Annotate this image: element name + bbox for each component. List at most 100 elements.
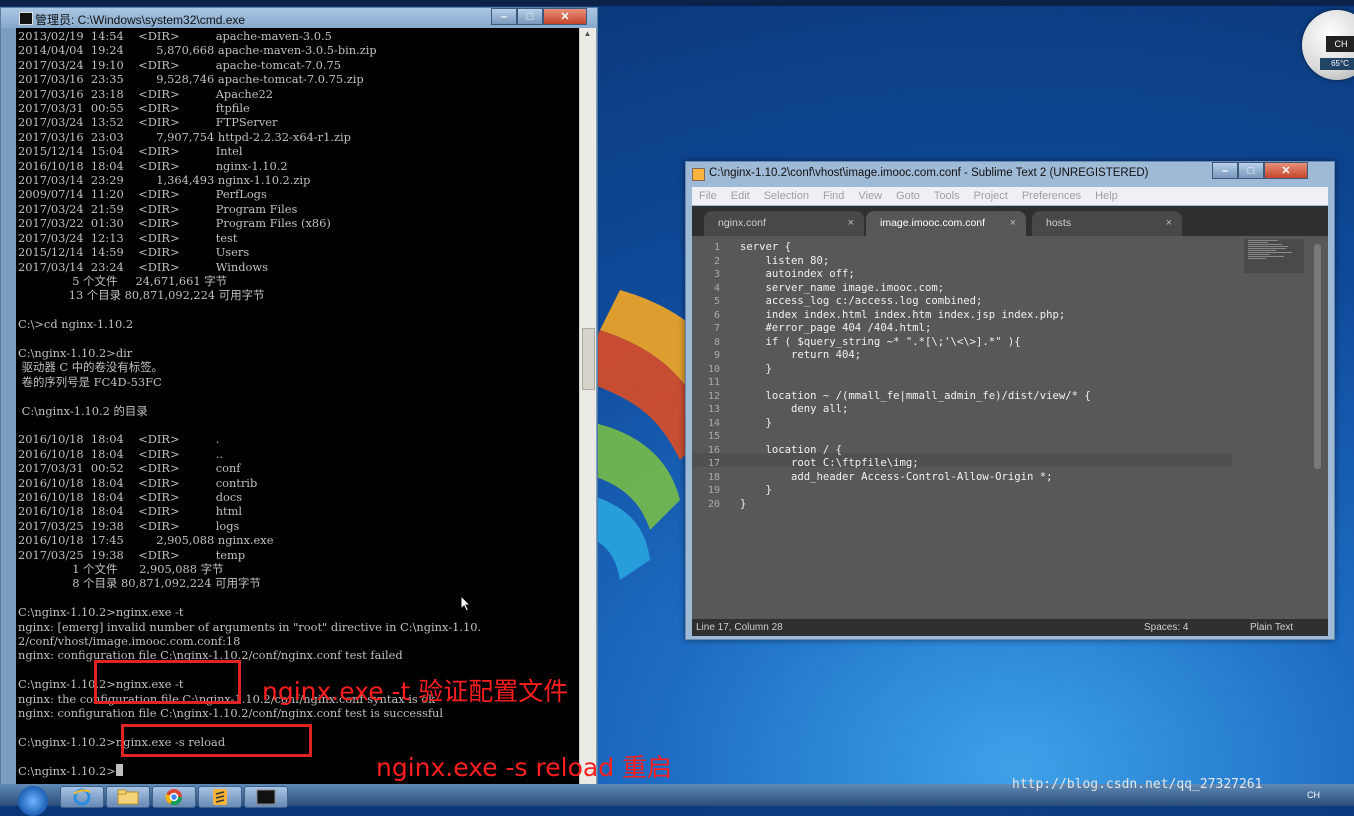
cpu-meter-gadget[interactable]: CH 65°C	[1302, 10, 1354, 80]
code-line: root C:\ftpfile\img;	[740, 457, 919, 469]
gadget-temperature: 65°C	[1320, 58, 1354, 70]
explorer-taskbar-icon[interactable]	[106, 786, 150, 808]
sublime-window[interactable]: C:\nginx-1.10.2\conf\vhost\image.imooc.c…	[685, 161, 1335, 640]
code-line: location ~ /(mmall_fe|mmall_admin_fe)/di…	[740, 389, 1091, 402]
line-number: 3	[713, 269, 720, 280]
cmd-line: C:\>cd nginx-1.10.2	[18, 317, 134, 332]
status-indentation[interactable]: Spaces: 4	[1144, 619, 1188, 636]
cmd-line	[18, 591, 481, 605]
cmd-line: 驱动器 C 中的卷没有标签。	[18, 360, 163, 375]
line-number-gutter: 1 2 3 4 5 6 7 8 9 10 11 12 13 14 15 16 17 18 19 20	[692, 241, 720, 511]
line-number: 8	[713, 336, 720, 348]
code-line: add_header Access-Control-Allow-Origin *…	[740, 470, 1053, 483]
taskbar-language[interactable]: CH	[1307, 790, 1320, 800]
line-number: 12	[707, 390, 720, 402]
cmd-line: 2017/03/22 01:30 <DIR> Program Files (x8…	[18, 216, 331, 231]
menu-tools[interactable]: Tools	[927, 190, 967, 202]
sublime-maximize-button[interactable]: □	[1238, 162, 1264, 179]
menu-selection[interactable]: Selection	[757, 190, 816, 202]
minimap[interactable]	[1244, 239, 1304, 273]
tab-close-icon[interactable]: ×	[1166, 211, 1172, 236]
code-content[interactable]: server { listen 80; autoindex off; serve…	[740, 241, 1091, 511]
annotation-test-label: nginx.exe -t 验证配置文件	[262, 677, 569, 706]
cmd-line: C:\nginx-1.10.2>nginx.exe -t	[18, 605, 184, 620]
cmd-line: 2/conf/vhost/image.imooc.com.conf:18	[18, 634, 241, 649]
cmd-line: C:\nginx-1.10.2 的目录	[18, 403, 148, 418]
code-line: }	[740, 362, 772, 375]
line-number: 5	[713, 296, 720, 307]
menu-view[interactable]: View	[851, 190, 889, 202]
highlight-box-test	[94, 660, 241, 704]
code-line: if ( $query_string ~* ".*[\;'\<\>].*" ){	[740, 335, 1021, 348]
tab-nginx-conf[interactable]: nginx.conf ×	[704, 211, 864, 236]
tab-hosts[interactable]: hosts ×	[1032, 211, 1182, 236]
line-number: 1	[713, 242, 720, 253]
cmd-line: 2017/03/31 00:55 <DIR> ftpfile	[18, 101, 250, 116]
line-number: 17	[707, 458, 720, 469]
menu-goto[interactable]: Goto	[889, 190, 927, 202]
menu-file[interactable]: File	[692, 190, 724, 202]
sublime-app-icon	[692, 168, 705, 181]
menu-preferences[interactable]: Preferences	[1015, 190, 1088, 202]
code-line: }	[740, 497, 747, 510]
maximize-button[interactable]: □	[517, 8, 543, 25]
sublime-titlebar[interactable]: C:\nginx-1.10.2\conf\vhost\image.imooc.c…	[686, 162, 1334, 186]
code-line: server_name image.imooc.com;	[740, 281, 945, 294]
ie-taskbar-icon[interactable]	[60, 786, 104, 808]
cmd-output: 2013/02/19 14:54 <DIR> apache-maven-3.0.…	[18, 29, 481, 778]
menu-project[interactable]: Project	[967, 190, 1015, 202]
status-syntax[interactable]: Plain Text	[1250, 619, 1293, 636]
menu-help[interactable]: Help	[1088, 190, 1125, 202]
code-line: deny all;	[740, 403, 849, 415]
close-button[interactable]: ✕	[543, 8, 587, 25]
line-number: 16	[707, 444, 720, 456]
cmd-line: 2017/03/16 23:35 9,528,746 apache-tomcat…	[18, 72, 364, 87]
scroll-up-arrow-icon[interactable]: ▲	[582, 29, 593, 43]
scrollbar-thumb[interactable]	[582, 328, 595, 390]
cmd-scrollbar[interactable]: ▲ ▼	[579, 28, 596, 803]
code-editor[interactable]: 1 2 3 4 5 6 7 8 9 10 11 12 13 14 15 16 17 18 19 20 server {…	[692, 236, 1328, 619]
line-number: 9	[713, 350, 720, 361]
code-line: server {	[740, 241, 792, 253]
sublime-title: C:\nginx-1.10.2\conf\vhost\image.imooc.c…	[709, 167, 1149, 179]
cmd-line: 2017/03/25 19:38 <DIR> temp	[18, 547, 246, 562]
line-number: 14	[707, 417, 720, 429]
text-cursor	[115, 763, 123, 776]
code-line: listen 80;	[740, 254, 830, 267]
line-number: 2	[713, 255, 720, 267]
cmd-line: 2015/12/14 14:59 <DIR> Users	[18, 245, 250, 260]
cmd-line: 2016/10/18 18:04 <DIR> contrib	[18, 475, 258, 490]
status-position: Line 17, Column 28	[696, 622, 783, 633]
line-number: 4	[713, 282, 720, 294]
cmd-line: nginx: configuration file C:\nginx-1.10.…	[18, 648, 403, 663]
cmd-line	[18, 418, 481, 432]
cmd-line: 卷的序列号是 FC4D-53FC	[18, 374, 162, 389]
sublime-close-button[interactable]: ✕	[1264, 162, 1308, 179]
tab-close-icon[interactable]: ×	[848, 211, 854, 236]
chrome-taskbar-icon[interactable]	[152, 786, 196, 808]
cmd-line: 2017/03/14 23:24 <DIR> Windows	[18, 259, 268, 274]
sublime-taskbar-icon[interactable]	[198, 786, 242, 808]
status-bar: Line 17, Column 28 Spaces: 4 Plain Text	[692, 619, 1328, 636]
minimize-button[interactable]: –	[491, 8, 517, 25]
line-number: 18	[707, 471, 720, 483]
cmd-line: 2016/10/18 18:04 <DIR> .	[18, 432, 220, 447]
cmd-icon	[19, 12, 33, 25]
menu-find[interactable]: Find	[816, 190, 851, 202]
code-line: autoindex off;	[740, 268, 855, 280]
sublime-minimize-button[interactable]: –	[1212, 162, 1238, 179]
cmd-titlebar[interactable]: 管理员: C:\Windows\system32\cmd.exe – □ ✕	[1, 8, 597, 28]
tab-close-icon[interactable]: ×	[1010, 211, 1016, 236]
tab-image-imooc-conf[interactable]: image.imooc.com.conf ×	[866, 211, 1026, 236]
code-line: location / {	[740, 443, 843, 456]
line-number: 11	[707, 377, 720, 388]
line-number: 19	[707, 485, 720, 496]
tab-label: nginx.conf	[718, 217, 766, 229]
start-button[interactable]	[18, 786, 48, 816]
code-line: }	[740, 484, 772, 496]
cmd-line: 2017/03/24 13:52 <DIR> FTPServer	[18, 115, 278, 130]
tab-label: image.imooc.com.conf	[880, 217, 986, 229]
cmd-taskbar-icon[interactable]	[244, 786, 288, 808]
menu-edit[interactable]: Edit	[724, 190, 757, 202]
editor-scrollbar[interactable]	[1314, 244, 1321, 469]
